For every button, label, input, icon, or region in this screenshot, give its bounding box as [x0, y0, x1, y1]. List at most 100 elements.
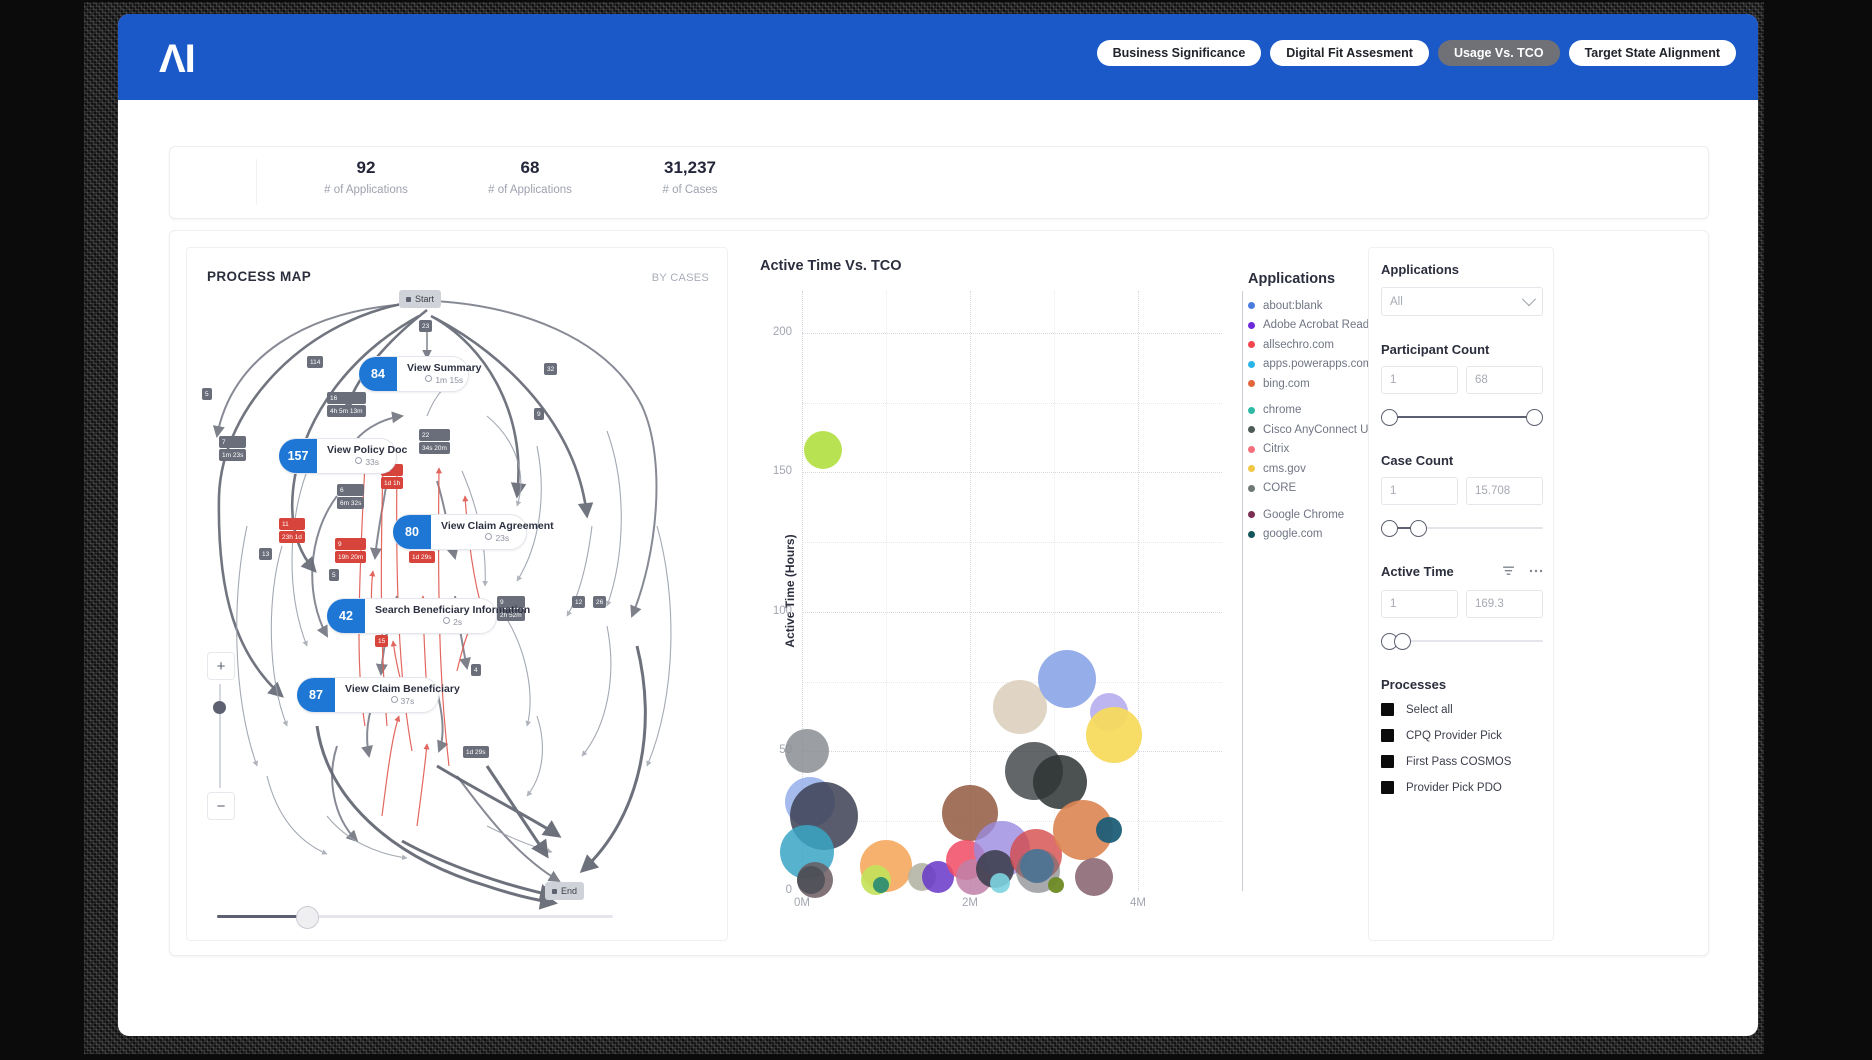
x-axis-tick: 2M: [962, 897, 978, 909]
checkbox[interactable]: [1381, 703, 1394, 716]
gridline-horizontal-minor: [802, 542, 1222, 544]
scatter-bubble[interactable]: [785, 729, 830, 774]
zoom-out-button[interactable]: −: [207, 792, 235, 820]
process-node-view-claim-agreement[interactable]: 80 View Claim Agreement 23s: [393, 514, 554, 550]
chevron-down-icon: [1521, 291, 1537, 306]
edge-tag-red: 9: [335, 538, 367, 550]
nav-tab-target-state-alignment[interactable]: Target State Alignment: [1568, 40, 1736, 66]
legend-label: apps.powerapps.com: [1263, 358, 1373, 371]
more-icon[interactable]: [1529, 569, 1543, 573]
case-count-range-slider[interactable]: [1381, 518, 1543, 538]
legend-color-dot: [1248, 465, 1255, 473]
node-duration: 33s: [327, 457, 407, 468]
edge-tag-red: 23h 1d: [279, 531, 305, 543]
case-count-max-input[interactable]: 15.708: [1466, 477, 1543, 505]
legend-label: cms.gov: [1263, 462, 1306, 475]
legend-color-dot: [1248, 511, 1255, 519]
filter-icon[interactable]: [1502, 565, 1515, 577]
range-handle-min[interactable]: [1381, 520, 1398, 537]
participant-count-range-slider[interactable]: [1381, 407, 1543, 427]
scatter-bubble[interactable]: [1047, 877, 1064, 894]
active-time-inputs: 1 169.3: [1381, 590, 1543, 618]
edge-tag: 13: [259, 548, 273, 560]
process-checkbox-row[interactable]: Provider Pick PDO: [1381, 776, 1543, 799]
process-node-search-beneficiary-information[interactable]: 42 Search Beneficiary Information 2s: [327, 598, 530, 634]
zoom-slider-handle[interactable]: [213, 701, 226, 714]
scatter-plot-area[interactable]: Active Time (Hours) 0501001502000M2M4M: [773, 291, 1222, 909]
kpi-cases-31237: 31,237 # of Cases: [580, 157, 800, 196]
y-axis-tick: 150: [772, 465, 792, 478]
node-duration: 37s: [345, 696, 460, 707]
process-node-start[interactable]: Start: [399, 290, 442, 308]
legend-color-dot: [1248, 484, 1255, 492]
range-handle-max[interactable]: [1526, 409, 1543, 426]
x-axis-tick: 0M: [794, 897, 810, 909]
process-checkbox-row[interactable]: Select all: [1381, 698, 1543, 721]
active-time-max-input[interactable]: 169.3: [1466, 590, 1543, 618]
scatter-bubble[interactable]: [804, 431, 842, 470]
edge-tag: 5: [202, 388, 212, 400]
active-time-range-slider[interactable]: [1381, 631, 1543, 651]
range-handle-min[interactable]: [1381, 409, 1398, 426]
participant-count-max-input[interactable]: 68: [1466, 366, 1543, 394]
edge-tag-red: 15: [375, 635, 389, 647]
edge-tag: 4h 5m 13m: [327, 405, 366, 417]
applications-select[interactable]: All: [1381, 287, 1543, 316]
participant-count-min-input[interactable]: 1: [1381, 366, 1458, 394]
scatter-bubble[interactable]: [797, 865, 826, 894]
active-time-min-input[interactable]: 1: [1381, 590, 1458, 618]
range-handle-max[interactable]: [1394, 633, 1411, 650]
case-count-min-input[interactable]: 1: [1381, 477, 1458, 505]
nav-tab-usage-vs-tco[interactable]: Usage Vs. TCO: [1437, 40, 1560, 66]
nav-tab-digital-fit-assesment[interactable]: Digital Fit Assesment: [1270, 40, 1429, 66]
edge-tag: 6m 32s: [337, 497, 365, 509]
case-count-inputs: 1 15.708: [1381, 477, 1543, 505]
scatter-bubble[interactable]: [1086, 706, 1143, 763]
nav-tab-business-significance[interactable]: Business Significance: [1096, 40, 1262, 66]
process-node-view-summary[interactable]: 84 View Summary 1m 15s: [359, 356, 482, 392]
kpi-label: # of Cases: [662, 184, 718, 196]
app-logo[interactable]: ΛI: [159, 39, 229, 79]
clock-icon: [485, 533, 493, 540]
legend-label: allsechro.com: [1263, 338, 1334, 351]
main-content-card: PROCESS MAP BY CASES Start End 84 View S…: [169, 230, 1709, 956]
process-map-title: PROCESS MAP: [207, 269, 312, 284]
gridline-horizontal: [802, 611, 1222, 613]
scatter-bubble[interactable]: [1075, 858, 1114, 897]
edge-tag: 12: [572, 596, 586, 608]
filter-case-count-title: Case Count: [1381, 453, 1454, 468]
checkbox[interactable]: [1381, 755, 1394, 768]
zoom-slider-track[interactable]: [219, 684, 221, 788]
edge-tag-red: 1d 29s: [409, 551, 435, 563]
slider-handle[interactable]: [296, 906, 319, 929]
process-map-canvas[interactable]: Start End 84 View Summary 1m 15s 157 Vie…: [187, 290, 727, 940]
gridline-vertical: [1138, 291, 1139, 891]
node-count-badge: 157: [279, 439, 317, 473]
process-node-view-claim-beneficiary[interactable]: 87 View Claim Beneficiary 37s: [297, 677, 460, 713]
clock-icon: [355, 457, 363, 464]
process-node-end[interactable]: End: [545, 882, 585, 900]
edge-tag: 9: [534, 408, 544, 420]
range-handle-max[interactable]: [1410, 520, 1427, 537]
scatter-bubble[interactable]: [1095, 816, 1122, 843]
process-map-horizontal-slider[interactable]: [217, 906, 613, 929]
app-header: ΛI Business Significance Digital Fit Ass…: [118, 14, 1758, 100]
checkbox[interactable]: [1381, 729, 1394, 742]
edge-tag-red: 19h 20m: [335, 551, 367, 563]
y-axis-tick: 50: [732, 744, 792, 756]
x-axis-tick: 4M: [1130, 897, 1146, 909]
clock-icon: [390, 696, 398, 703]
zoom-in-button[interactable]: +: [207, 652, 235, 680]
checkbox[interactable]: [1381, 781, 1394, 794]
process-node-view-policy-doc[interactable]: 157 View Policy Doc 33s: [279, 438, 407, 474]
active-time-actions: [1502, 565, 1543, 577]
process-checkbox-row[interactable]: CPQ Provider Pick: [1381, 724, 1543, 747]
start-label: Start: [415, 294, 435, 304]
scatter-title: Active Time Vs. TCO: [760, 258, 902, 274]
process-checkbox-row[interactable]: First Pass COSMOS: [1381, 750, 1543, 773]
process-map-mode-label[interactable]: BY CASES: [652, 272, 709, 284]
edge-tag: 1m 23s: [219, 449, 247, 461]
scatter-bubble[interactable]: [990, 872, 1011, 893]
scatter-bubble[interactable]: [1037, 649, 1096, 708]
kpi-value: 31,237: [664, 158, 716, 177]
